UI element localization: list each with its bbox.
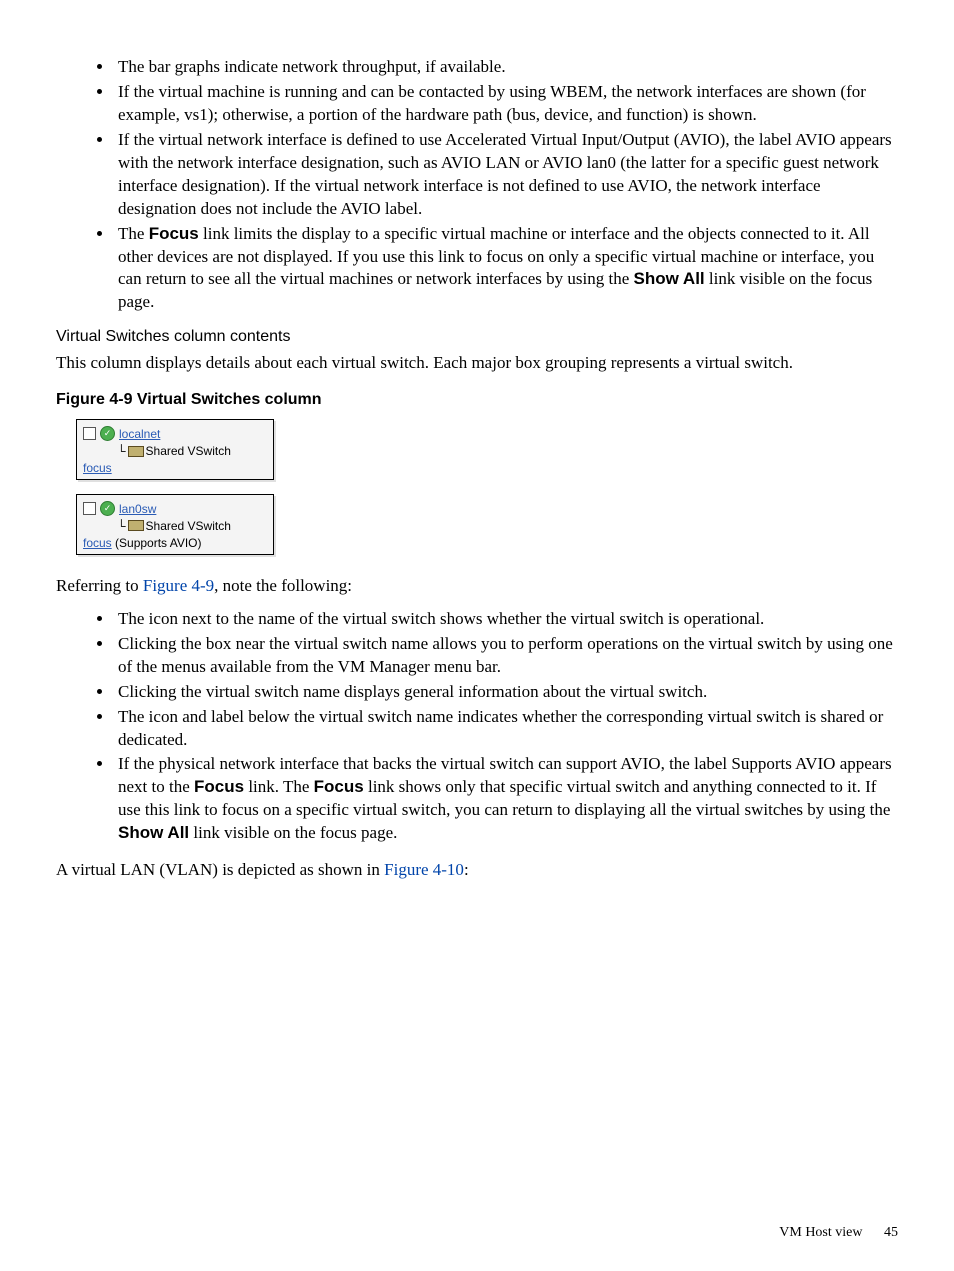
list-item: The bar graphs indicate network throughp…	[114, 56, 898, 79]
focus-link[interactable]: focus	[83, 536, 112, 550]
vswitch-name-link[interactable]: localnet	[119, 427, 160, 441]
list-item: Clicking the box near the virtual switch…	[114, 633, 898, 679]
list-item: The icon and label below the virtual swi…	[114, 706, 898, 752]
figure-4-9: localnet └ Shared VSwitch focus lan0sw └ S…	[76, 419, 898, 555]
text: link. The	[244, 777, 314, 796]
focus-label: Focus	[149, 224, 199, 243]
shared-label: Shared VSwitch	[146, 444, 231, 458]
intro-paragraph: This column displays details about each …	[56, 352, 898, 375]
text: , note the following:	[214, 576, 352, 595]
list-item: The icon next to the name of the virtual…	[114, 608, 898, 631]
vswitch-name-link[interactable]: lan0sw	[119, 502, 156, 516]
switch-icon	[128, 520, 144, 531]
bottom-bullet-list: The icon next to the name of the virtual…	[56, 608, 898, 845]
tree-connector-icon: └	[117, 519, 126, 533]
status-ok-icon	[100, 501, 115, 516]
top-bullet-list: The bar graphs indicate network throughp…	[56, 56, 898, 314]
text: :	[464, 860, 469, 879]
page-footer: VM Host view 45	[779, 1225, 898, 1241]
xref-figure-4-9[interactable]: Figure 4-9	[143, 576, 214, 595]
list-item: If the virtual network interface is defi…	[114, 129, 898, 221]
xref-figure-4-10[interactable]: Figure 4-10	[384, 860, 464, 879]
referring-paragraph: Referring to Figure 4-9, note the follow…	[56, 575, 898, 598]
focus-label: Focus	[314, 777, 364, 796]
switch-icon	[128, 446, 144, 457]
text: Referring to	[56, 576, 143, 595]
vswitch-box: localnet └ Shared VSwitch focus	[76, 419, 274, 480]
show-all-label: Show All	[634, 269, 705, 288]
text: A virtual LAN (VLAN) is depicted as show…	[56, 860, 384, 879]
tree-connector-icon: └	[117, 444, 126, 458]
focus-label: Focus	[194, 777, 244, 796]
vlan-paragraph: A virtual LAN (VLAN) is depicted as show…	[56, 859, 898, 882]
show-all-label: Show All	[118, 823, 189, 842]
checkbox-icon[interactable]	[83, 502, 96, 515]
list-item-focus: The Focus link limits the display to a s…	[114, 223, 898, 315]
focus-link[interactable]: focus	[83, 461, 112, 475]
list-item-focus: If the physical network interface that b…	[114, 753, 898, 845]
checkbox-icon[interactable]	[83, 427, 96, 440]
shared-label: Shared VSwitch	[146, 519, 231, 533]
status-ok-icon	[100, 426, 115, 441]
list-item: If the virtual machine is running and ca…	[114, 81, 898, 127]
text: link visible on the focus page.	[189, 823, 397, 842]
vswitch-box: lan0sw └ Shared VSwitch focus (Supports A…	[76, 494, 274, 555]
subheading-virtual-switches: Virtual Switches column contents	[56, 328, 898, 346]
text: The	[118, 224, 149, 243]
figure-caption: Figure 4-9 Virtual Switches column	[56, 391, 898, 409]
footer-section-label: VM Host view	[779, 1225, 862, 1240]
list-item: Clicking the virtual switch name display…	[114, 681, 898, 704]
focus-suffix: (Supports AVIO)	[112, 536, 202, 550]
page-number: 45	[884, 1225, 898, 1240]
